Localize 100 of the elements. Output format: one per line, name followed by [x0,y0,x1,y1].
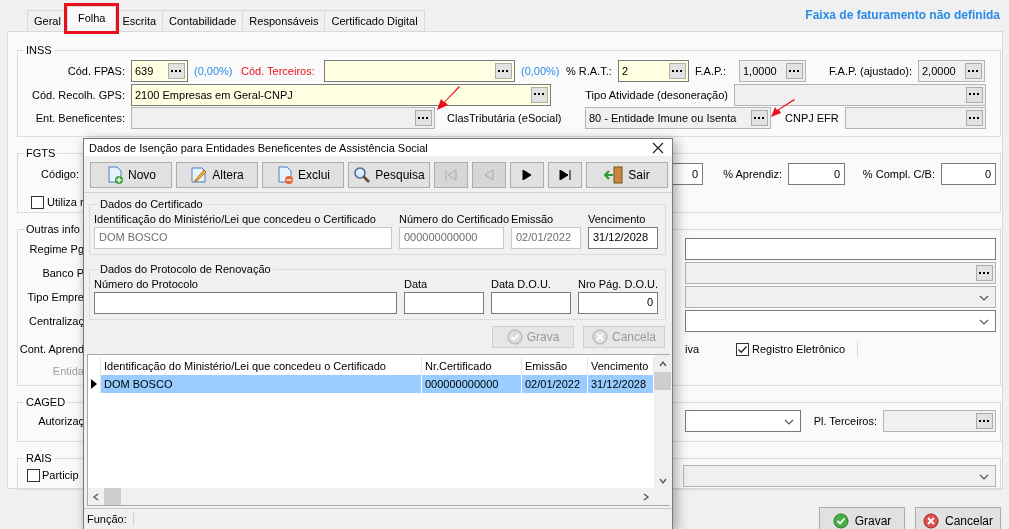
search-button[interactable]: Pesquisa [348,162,430,188]
new-document-icon [106,166,124,184]
text-field[interactable]: 31/12/2028 [588,227,658,249]
text-field[interactable]: 0 [578,292,658,314]
field-label: % Compl. C/B: [861,168,935,180]
field-label: Ent. Beneficentes: [34,112,125,124]
field-label: Tipo Empre [26,291,84,303]
field-label: Cód. FPAS: [66,65,125,77]
group-title: Outras info [24,222,82,236]
scroll-up-icon[interactable] [658,360,667,368]
field-label: Cód. Terceiros: [241,65,316,77]
dropdown-field[interactable] [685,310,996,332]
last-record-icon [559,170,571,180]
field-label: Entida [51,365,84,377]
edit-button[interactable]: Altera [176,162,258,188]
lookup-button[interactable] [495,63,512,79]
delete-document-icon [276,166,294,184]
ellipsis-icon [672,69,683,73]
table-cell[interactable]: DOM BOSCO [101,375,422,393]
save-button[interactable]: Gravar [819,507,905,529]
field-label: Nro Pág. D.O.U. [578,278,658,290]
group-title: FGTS [24,146,58,160]
lookup-button[interactable] [168,63,185,79]
dialog-title: Dados de Isenção para Entidades Beneficentes de Assistência Social [89,141,428,154]
field-label: F.A.P.: [695,65,727,77]
ellipsis-icon [969,116,980,120]
ellipsis-icon [979,271,990,275]
table-cell[interactable]: 02/01/2022 [522,375,588,393]
tab[interactable]: Certificado Digital [324,10,425,31]
text-field[interactable] [94,292,397,314]
text-field[interactable] [685,238,996,260]
field-label: % R.A.T.: [566,65,612,77]
new-button[interactable]: Novo [90,162,172,188]
chevron-down-icon[interactable] [784,419,794,425]
field-label: Pl. Terceiros: [812,415,877,427]
status-label: Função: [84,513,134,525]
rat-field[interactable]: 2 [618,60,689,82]
table-cell[interactable]: 31/12/2028 [588,375,654,393]
scroll-down-icon[interactable] [658,477,667,485]
ellipsis-icon [979,419,990,423]
field-label: Data [404,278,429,290]
checkbox-label: Utiliza r [47,196,84,208]
chevron-down-icon[interactable] [979,319,989,325]
text-field[interactable] [404,292,484,314]
ellipsis-icon [754,116,765,120]
lookup-button[interactable] [531,86,548,103]
exit-button[interactable]: Sair [586,162,668,188]
cancel-button[interactable]: Cancelar [915,507,1001,529]
field-label: Número do Protocolo [94,278,199,290]
cancel-circle-icon [923,513,939,529]
ellipsis-icon [498,69,509,73]
checkbox-label: Registro Eletrônico [752,343,845,355]
field-label: Tipo Atividade (desoneração) [584,88,728,101]
next-record-icon [522,170,532,180]
tab[interactable]: Folha [66,6,117,31]
exit-door-icon [604,166,625,184]
text-field[interactable] [491,292,571,314]
complement-field[interactable]: 0 [941,163,996,185]
check-circle-icon [506,329,523,345]
field-label: % Aprendiz: [722,168,782,180]
checkbox[interactable] [27,468,40,482]
scrollbar-thumb[interactable] [654,372,671,390]
field-label: Emissão [511,213,555,225]
first-record-icon [445,170,457,180]
table-cell[interactable]: 000000000000 [422,375,522,393]
field-label: Identificação do Ministério/Lei que concedeu o Certificado [94,213,377,225]
field-label: Cód. Recolh. GPS: [31,88,125,101]
group-title: Dados do Protocolo de Renovação [98,262,273,276]
next-record-button[interactable] [510,162,544,188]
horizontal-scrollbar[interactable] [88,488,654,505]
field-label: CNPJ EFR [784,112,839,124]
scrollbar-thumb[interactable] [104,488,121,505]
ellipsis-icon [534,93,545,96]
ellipsis-icon [969,93,980,96]
ellipsis-icon [789,69,800,73]
field-label: Regime Pg [28,243,84,255]
search-icon [353,166,372,184]
delete-button[interactable]: Exclui [262,162,344,188]
apprentice-field[interactable]: 0 [788,163,845,185]
cancel-circle-icon [592,329,608,345]
lookup-button[interactable] [669,63,686,79]
gps-field[interactable]: 2100 Empresas em Geral-CNPJ [131,83,551,106]
field-label: Vencimento [588,213,647,225]
field-label: Código: [40,168,79,180]
scroll-right-icon[interactable] [642,492,650,501]
dropdown-field[interactable] [685,410,801,432]
revenue-notice: Faixa de faturamento não definida [805,8,1000,22]
third-parties-field[interactable] [324,60,515,82]
field-label: ClasTributária (eSocial) [446,112,563,124]
checkbox[interactable] [31,195,44,209]
ellipsis-icon [418,116,429,120]
close-icon[interactable] [652,141,664,154]
fpas-field[interactable]: 639 [131,60,188,82]
field-label: F.A.P. (ajustado): [828,65,912,77]
last-record-button[interactable] [548,162,582,188]
row-pointer-icon [91,379,97,389]
checkbox[interactable] [736,342,750,356]
scroll-left-icon[interactable] [92,492,100,501]
group-title: RAIS [24,451,54,465]
vertical-scrollbar[interactable] [654,355,671,505]
